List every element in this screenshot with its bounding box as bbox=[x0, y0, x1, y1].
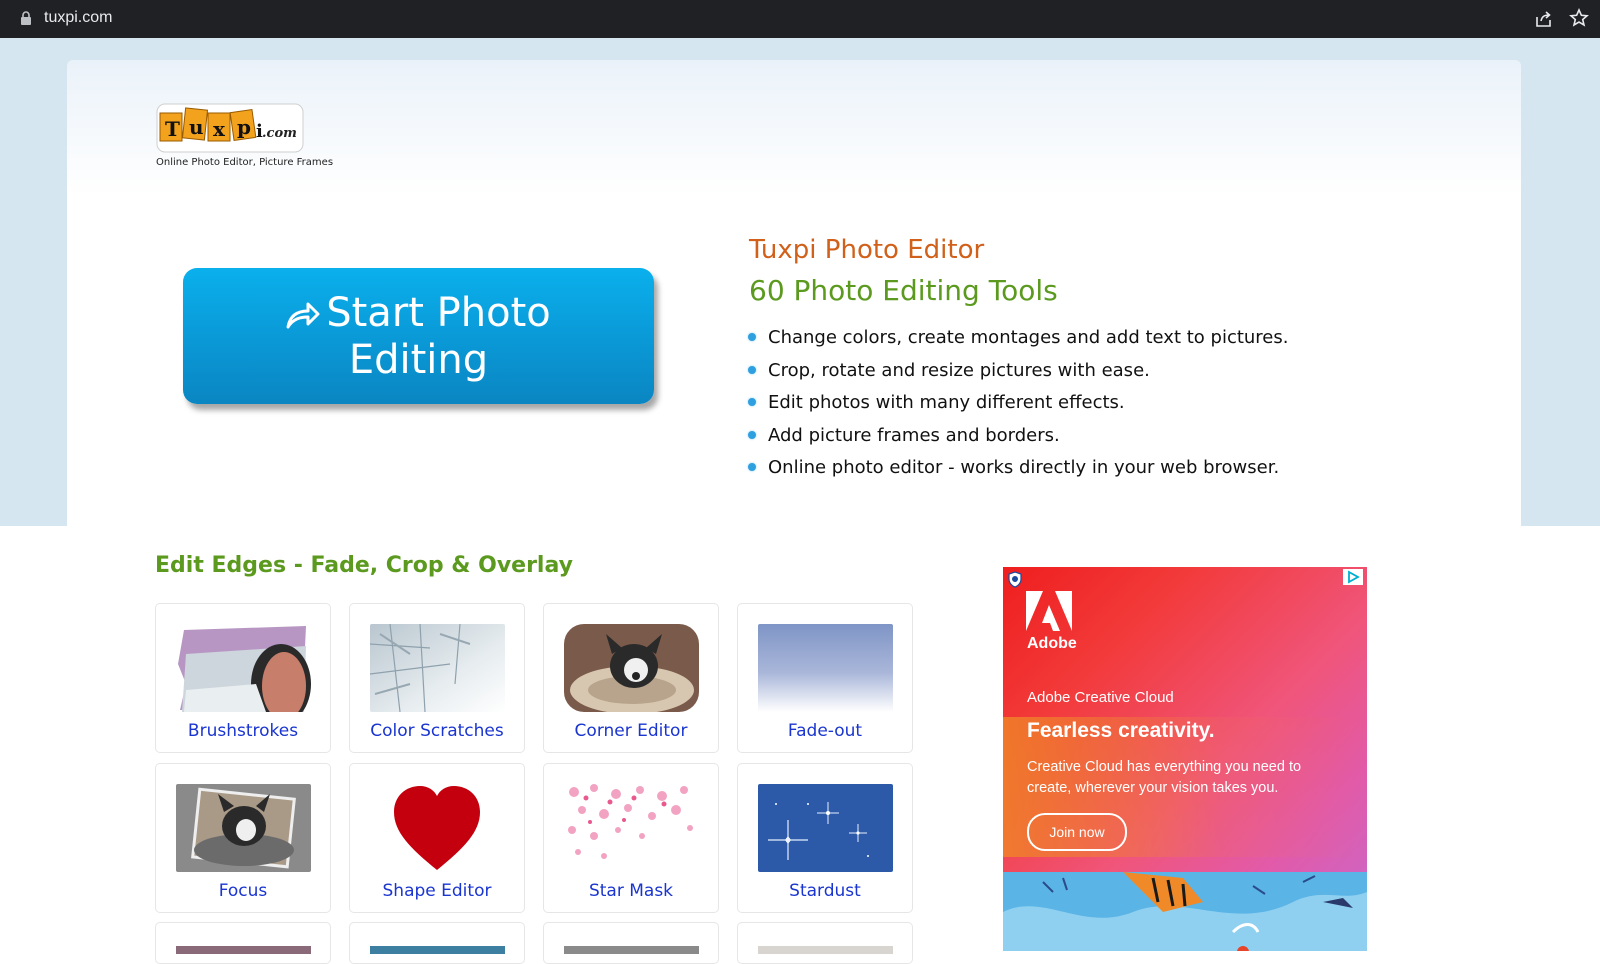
svg-text:u: u bbox=[189, 115, 204, 139]
tool-tile-star-mask[interactable]: Star Mask bbox=[543, 763, 719, 913]
ad-shield-icon bbox=[1008, 571, 1022, 588]
tool-tile-corner-editor[interactable]: Corner Editor bbox=[543, 603, 719, 753]
tool-tile-fade-out[interactable]: Fade-out bbox=[737, 603, 913, 753]
svg-text:T: T bbox=[165, 117, 180, 141]
stardust-thumbnail bbox=[758, 784, 893, 872]
bullet-icon bbox=[748, 365, 756, 374]
brushstrokes-thumbnail bbox=[176, 624, 311, 712]
color-scratches-thumbnail bbox=[370, 624, 505, 712]
lock-icon bbox=[21, 11, 31, 25]
ad-illustration bbox=[1003, 872, 1367, 951]
feature-item: Change colors, create montages and add t… bbox=[748, 322, 1288, 355]
tile-label: Fade-out bbox=[787, 721, 863, 741]
tile-label: Stardust bbox=[789, 881, 861, 901]
ad-brand: Adobe bbox=[1027, 635, 1077, 652]
svg-text:x: x bbox=[213, 117, 226, 141]
tool-tile-shape-editor[interactable]: Shape Editor bbox=[349, 763, 525, 913]
adobe-advertisement[interactable]: Adobe Adobe Creative Cloud Fearless crea… bbox=[1003, 567, 1367, 951]
adobe-logo-icon bbox=[1026, 591, 1072, 631]
heart-shape-icon bbox=[370, 784, 505, 872]
ad-product: Adobe Creative Cloud bbox=[1027, 689, 1174, 706]
share-arrow-icon bbox=[286, 302, 320, 329]
tool-tile[interactable] bbox=[543, 922, 719, 964]
feature-item: Edit photos with many different effects. bbox=[748, 387, 1288, 420]
share-icon[interactable] bbox=[1534, 9, 1554, 29]
tile-label: Corner Editor bbox=[574, 721, 688, 741]
tool-tile-color-scratches[interactable]: Color Scratches bbox=[349, 603, 525, 753]
tool-tile[interactable] bbox=[155, 922, 331, 964]
section-title: Edit Edges - Fade, Crop & Overlay bbox=[155, 553, 573, 578]
tool-tile-focus[interactable]: Focus bbox=[155, 763, 331, 913]
bullet-icon bbox=[748, 333, 756, 341]
tile-label: Star Mask bbox=[588, 881, 674, 901]
feature-item: Online photo editor - works directly in … bbox=[748, 452, 1288, 485]
start-button-label-line1: Start Photo bbox=[326, 290, 551, 336]
bookmark-star-icon[interactable] bbox=[1569, 8, 1589, 28]
feature-list: Change colors, create montages and add t… bbox=[748, 322, 1288, 485]
feature-item: Crop, rotate and resize pictures with ea… bbox=[748, 355, 1288, 388]
start-photo-editing-button[interactable]: Start Photo Editing bbox=[183, 268, 654, 404]
focus-thumbnail bbox=[176, 784, 311, 872]
star-mask-thumbnail bbox=[564, 784, 699, 872]
svg-text:p: p bbox=[237, 115, 251, 139]
join-now-button[interactable]: Join now bbox=[1027, 813, 1127, 851]
thumbnail-partial bbox=[564, 946, 699, 954]
editor-title: Tuxpi Photo Editor bbox=[749, 235, 985, 265]
start-button-label-line2: Editing bbox=[348, 337, 489, 383]
tool-tile-stardust[interactable]: Stardust bbox=[737, 763, 913, 913]
editor-subtitle: 60 Photo Editing Tools bbox=[749, 274, 1058, 307]
corner-editor-thumbnail bbox=[564, 624, 699, 712]
bullet-icon bbox=[748, 398, 756, 407]
tool-tile[interactable] bbox=[349, 922, 525, 964]
ad-body: Creative Cloud has everything you need t… bbox=[1027, 759, 1302, 796]
fade-out-thumbnail bbox=[758, 624, 893, 712]
adchoices-icon[interactable] bbox=[1343, 569, 1363, 585]
bullet-icon bbox=[748, 463, 756, 472]
ad-headline: Fearless creativity. bbox=[1027, 719, 1215, 742]
tile-label: Color Scratches bbox=[370, 721, 504, 741]
tile-label: Focus bbox=[218, 881, 268, 901]
thumbnail-partial bbox=[176, 946, 311, 954]
thumbnail-partial bbox=[758, 946, 893, 954]
tile-label: Shape Editor bbox=[382, 881, 492, 901]
feature-item: Add picture frames and borders. bbox=[748, 420, 1288, 453]
bullet-icon bbox=[748, 430, 756, 439]
tool-tile-brushstrokes[interactable]: Brushstrokes bbox=[155, 603, 331, 753]
site-tagline: Online Photo Editor, Picture Frames bbox=[156, 157, 334, 168]
address-bar-url[interactable]: tuxpi.com bbox=[44, 9, 112, 27]
tool-tile[interactable] bbox=[737, 922, 913, 964]
thumbnail-partial bbox=[370, 946, 505, 954]
svg-text:.com: .com bbox=[262, 126, 297, 141]
browser-toolbar: tuxpi.com bbox=[0, 0, 1600, 38]
tuxpi-logo[interactable]: T u x p i .com bbox=[156, 103, 304, 153]
tile-label: Brushstrokes bbox=[187, 721, 299, 741]
